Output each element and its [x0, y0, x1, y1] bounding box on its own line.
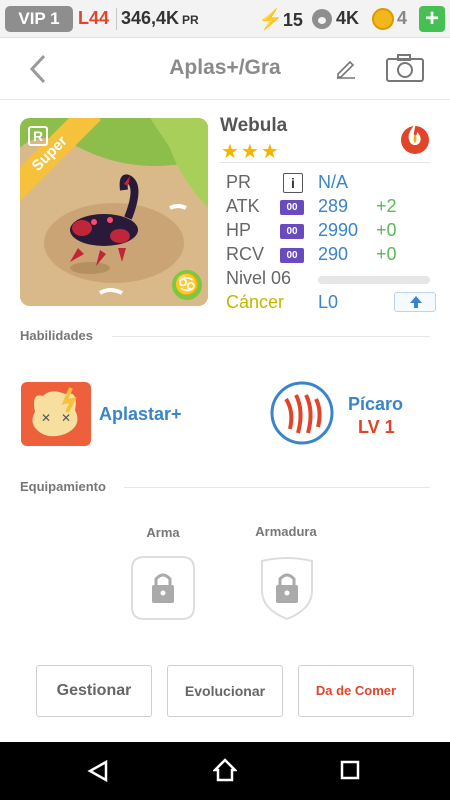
stat-badge: 00 [280, 224, 304, 239]
level-progress-bar [318, 276, 430, 284]
zodiac-label: Cáncer [226, 292, 285, 312]
coin-value: 4 [397, 8, 408, 28]
upgrade-arrow-button[interactable] [394, 292, 436, 312]
weapon-slot-locked[interactable] [130, 555, 196, 621]
system-nav-bar [0, 742, 450, 800]
section-title-equipment: Equipamiento [20, 479, 106, 494]
divider [112, 336, 430, 337]
stat-row-level: Nivel 06 [226, 268, 436, 290]
skill-art: ✕ ✕ [32, 387, 78, 437]
zodiac-level: L0 [318, 292, 339, 312]
stat-label: HP [226, 220, 252, 240]
energy-counter[interactable]: ⚡15 [258, 7, 303, 32]
lightning-icon: ⚡ [258, 9, 283, 31]
camera-icon[interactable] [385, 52, 425, 84]
power-value: 346,4K PR [121, 8, 199, 29]
recents-square-icon[interactable] [340, 760, 360, 780]
stat-row-zodiac: Cáncer L0 [226, 292, 436, 314]
fire-element-icon [401, 124, 429, 154]
power-number: 346,4K [121, 8, 180, 28]
home-icon[interactable] [213, 758, 237, 782]
paw-value: 4K [336, 8, 360, 28]
skill-smash-icon[interactable]: ✕ ✕ [21, 382, 91, 446]
player-level: L44 [78, 8, 110, 28]
stat-value: 290 [318, 244, 349, 264]
stats-panel: PR i N/A ATK 00 289 +2 HP 00 2990 +0 RCV… [220, 162, 436, 316]
stat-value: 2990 [318, 220, 359, 240]
add-currency-button[interactable]: + [419, 6, 445, 32]
divider [124, 487, 430, 488]
rank-badge: R [28, 126, 48, 146]
status-bar: VIP 1 L44 346,4K PR ⚡15 4K 4 + [0, 0, 450, 38]
class-name: Pícaro [348, 394, 404, 414]
paw-icon [312, 9, 332, 29]
vip-badge[interactable]: VIP 1 [5, 6, 73, 32]
skill-name[interactable]: Aplastar+ [99, 404, 182, 425]
page-header: Aplas+/Gra [0, 38, 450, 100]
edit-pencil-icon[interactable] [334, 56, 358, 80]
svg-text:✕: ✕ [41, 411, 51, 425]
pet-portrait[interactable]: Super R ♋ [20, 118, 208, 306]
zodiac-cancer-icon: ♋ [172, 270, 202, 300]
evolve-button[interactable]: Evolucionar [167, 665, 283, 717]
page-title: Aplas+/Gra [169, 56, 281, 79]
stat-bonus: +0 [376, 220, 397, 240]
weapon-label: Arma [146, 525, 180, 540]
armor-slot-locked[interactable] [254, 555, 320, 621]
stat-value: 289 [318, 196, 349, 216]
armor-label: Armadura [255, 524, 317, 539]
pet-name: Webula [220, 115, 288, 136]
energy-value: 15 [282, 10, 303, 30]
stat-bonus: +2 [376, 196, 397, 216]
divider [116, 8, 117, 30]
svg-text:✕: ✕ [61, 411, 71, 425]
stat-label: RCV [226, 244, 265, 264]
rogue-class-icon[interactable] [270, 381, 334, 445]
coin-icon [372, 8, 394, 30]
manage-button[interactable]: Gestionar [36, 665, 152, 717]
feed-button[interactable]: Da de Comer [298, 665, 414, 717]
stat-label: PR [226, 172, 252, 192]
class-level: LV 1 [358, 417, 395, 437]
back-triangle-icon[interactable] [86, 760, 110, 782]
stat-badge: 00 [280, 200, 304, 215]
stat-value: N/A [318, 172, 349, 192]
star-rating: ★★★ [221, 141, 281, 163]
info-icon[interactable]: i [283, 173, 303, 193]
stat-badge: 00 [280, 248, 304, 263]
stat-bonus: +0 [376, 244, 397, 264]
section-title-abilities: Habilidades [20, 328, 93, 343]
stat-label: ATK [226, 196, 260, 216]
power-unit: PR [182, 13, 199, 27]
level-label: Nivel 06 [226, 268, 292, 288]
